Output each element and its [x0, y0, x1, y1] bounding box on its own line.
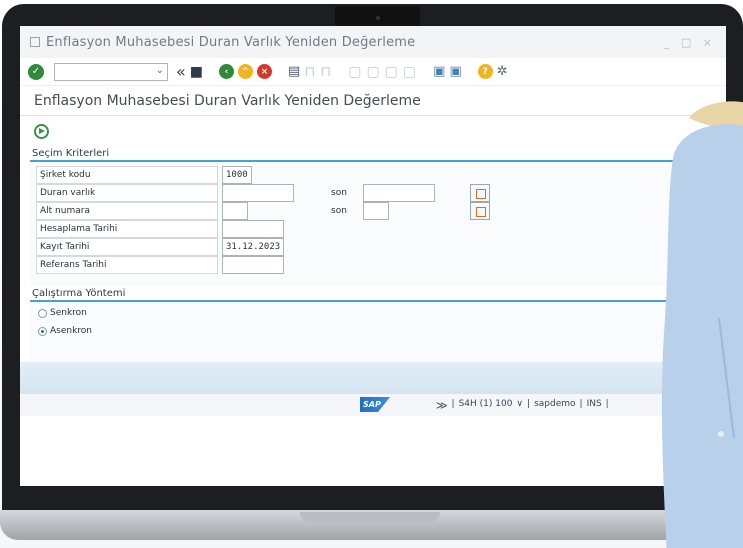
- subnumber-to-input[interactable]: [363, 202, 389, 220]
- standard-toolbar: ✓ ⌄ « ■ ‹ ^ × ▤ ⊓ ⊓ ▢ ▢ ▢ ▢ ▣ ▣ ? ✲: [20, 58, 726, 86]
- system-client: S4H (1) 100: [458, 399, 513, 409]
- subnumber-from-input[interactable]: [222, 202, 248, 220]
- status-separator: |: [451, 399, 455, 409]
- shortcut-icon[interactable]: ▣: [449, 65, 461, 78]
- status-separator: |: [527, 399, 531, 409]
- run-mode-body: Senkron Asenkron: [30, 302, 726, 362]
- radio-synchronous-label: Senkron: [50, 308, 87, 318]
- next-page-icon[interactable]: ▢: [385, 64, 399, 80]
- status-separator: |: [605, 399, 609, 409]
- find-icon[interactable]: ⊓: [304, 64, 316, 80]
- subnumber-label: Alt numara: [36, 202, 218, 220]
- calculation-date-label: Hesaplama Tarihi: [36, 220, 218, 238]
- check-icon[interactable]: ✓: [28, 63, 44, 80]
- posting-date-input[interactable]: 31.12.2023: [222, 238, 284, 256]
- application-toolbar: [20, 116, 726, 146]
- run-mode-title: Çalıştırma Yöntemi: [30, 286, 726, 302]
- posting-date-label: Kayıt Tarihi: [36, 238, 218, 256]
- asset-to-input[interactable]: [363, 184, 435, 202]
- system-dropdown-icon[interactable]: ∨: [516, 399, 523, 412]
- laptop-base-groove: [300, 512, 440, 522]
- asset-label: Duran varlık: [36, 184, 218, 202]
- footer-band: [20, 362, 726, 394]
- exit-icon[interactable]: ^: [238, 64, 254, 79]
- asset-to-label: son: [331, 188, 347, 198]
- asset-multiple-selection-icon[interactable]: [470, 184, 490, 202]
- window-controls[interactable]: _ □ ×: [664, 36, 716, 49]
- save-icon[interactable]: ■: [190, 65, 203, 79]
- laptop-scene: Enflasyon Muhasebesi Duran Varlık Yenide…: [0, 0, 743, 548]
- user-name: sapdemo: [534, 399, 576, 409]
- previous-page-icon[interactable]: ▢: [366, 64, 380, 80]
- title-bar: Enflasyon Muhasebesi Duran Varlık Yenide…: [20, 26, 726, 58]
- asset-from-input[interactable]: [222, 184, 294, 202]
- cancel-icon[interactable]: ×: [257, 64, 273, 79]
- selection-criteria-title: Seçim Kriterleri: [30, 146, 726, 162]
- insert-mode: INS: [586, 399, 602, 409]
- company-code-input[interactable]: 1000: [222, 166, 252, 184]
- first-page-icon[interactable]: ▢: [348, 64, 362, 80]
- camera-icon: [376, 16, 380, 20]
- command-field[interactable]: ⌄: [54, 62, 168, 81]
- print-icon[interactable]: ▤: [288, 65, 300, 78]
- radio-button-selected-icon[interactable]: [38, 326, 47, 336]
- window-icon: [30, 37, 40, 47]
- radio-asynchronous[interactable]: Asenkron: [38, 326, 92, 336]
- status-separator: |: [579, 399, 583, 409]
- sap-logo: SAP: [360, 397, 390, 412]
- expand-status-icon[interactable]: ≫: [436, 399, 448, 412]
- last-page-icon[interactable]: ▢: [403, 64, 417, 80]
- back-double-icon[interactable]: «: [176, 63, 186, 80]
- page-title: Enflasyon Muhasebesi Duran Varlık Yenide…: [20, 86, 726, 116]
- execute-icon[interactable]: [34, 123, 49, 139]
- back-icon[interactable]: ‹: [219, 64, 235, 79]
- radio-button-icon[interactable]: [38, 308, 47, 318]
- radio-synchronous[interactable]: Senkron: [38, 308, 87, 318]
- status-bar: SAP ≫ | S4H (1) 100 ∨ | sapdemo | INS |: [20, 394, 726, 416]
- help-icon[interactable]: ?: [477, 64, 493, 79]
- reference-date-input[interactable]: [222, 256, 284, 274]
- selection-criteria-body: Şirket kodu 1000 Duran varlık son Alt nu…: [30, 162, 726, 286]
- reference-date-label: Referans Tarihi: [36, 256, 218, 274]
- company-code-label: Şirket kodu: [36, 166, 218, 184]
- customize-layout-icon[interactable]: ✲: [497, 65, 508, 78]
- subnumber-to-label: son: [331, 206, 347, 216]
- calculation-date-input[interactable]: [222, 220, 284, 238]
- new-session-icon[interactable]: ▣: [433, 65, 445, 78]
- chevron-down-icon[interactable]: ⌄: [156, 65, 164, 76]
- subnumber-multiple-selection-icon[interactable]: [470, 202, 490, 220]
- window-title: Enflasyon Muhasebesi Duran Varlık Yenide…: [46, 34, 416, 50]
- run-mode-section: Çalıştırma Yöntemi Senkron Asenkron: [30, 286, 726, 362]
- radio-asynchronous-label: Asenkron: [50, 326, 93, 336]
- find-next-icon[interactable]: ⊓: [320, 64, 332, 80]
- system-info: ≫ | S4H (1) 100 ∨ | sapdemo | INS |: [436, 399, 609, 412]
- selection-criteria-section: Seçim Kriterleri Şirket kodu 1000 Duran …: [30, 146, 726, 286]
- sap-window: Enflasyon Muhasebesi Duran Varlık Yenide…: [20, 26, 726, 486]
